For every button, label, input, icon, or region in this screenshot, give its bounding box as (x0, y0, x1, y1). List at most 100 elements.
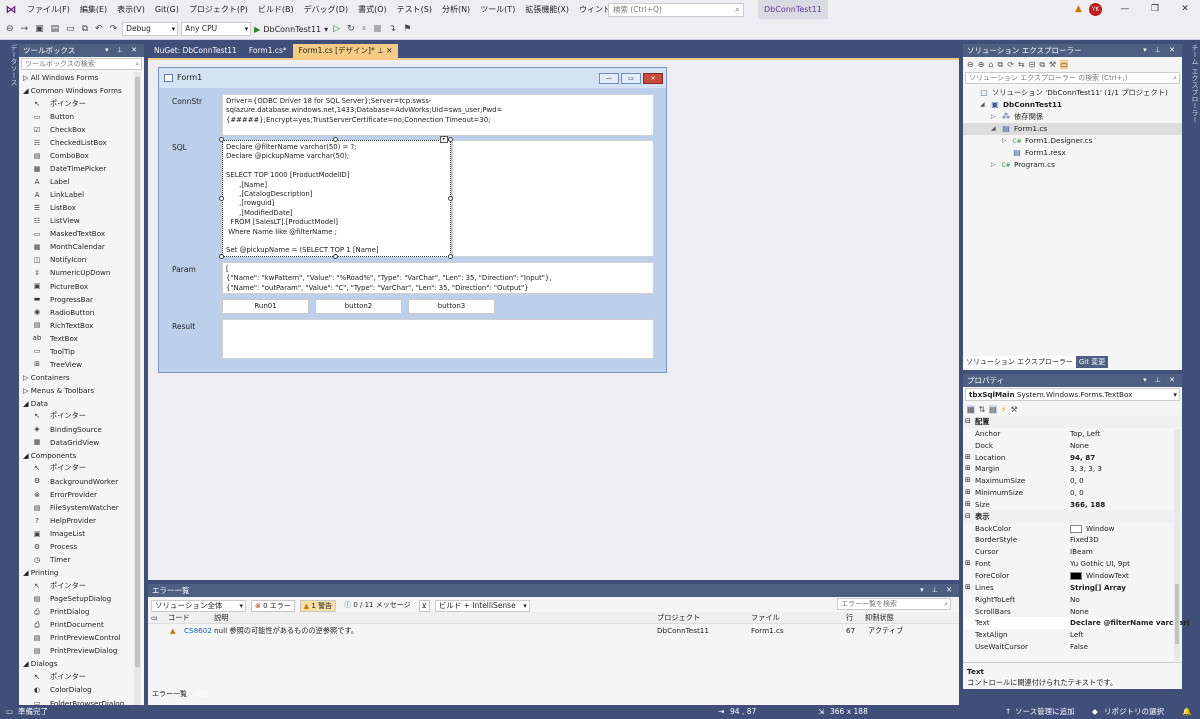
maximize-icon[interactable]: ❐ (1140, 0, 1170, 19)
connstr-textbox[interactable]: Driver={ODBC Driver 18 for SQL Server};S… (222, 94, 654, 136)
menu-item[interactable]: 拡張機能(X) (520, 0, 574, 19)
toolbox-item[interactable]: ◫ NotifyIcon (19, 253, 144, 266)
column-suppression[interactable]: 抑制状態 (865, 612, 894, 624)
preview-icon[interactable]: ▭ (1060, 60, 1068, 69)
toolbox-scrollbar[interactable] (134, 72, 141, 705)
menu-item[interactable]: ファイル(F) (22, 0, 75, 19)
column-line[interactable]: 行 (846, 612, 853, 624)
tree-item[interactable]: ▢ ソリューション 'DbConnTest11' (1/1 プロジェクト) (963, 87, 1182, 99)
property-row[interactable]: ⊞ Location 94, 87 (963, 452, 1182, 464)
toolbox-item[interactable]: ☰ ListBox (19, 201, 144, 214)
expander-icon[interactable]: ▷ (1002, 135, 1007, 147)
expander-icon[interactable]: ⊞ (965, 582, 971, 594)
toolbox-item[interactable]: ▤ PageSetupDialog (19, 592, 144, 605)
resize-handle[interactable] (333, 254, 338, 259)
avatar[interactable]: YK (1089, 3, 1102, 16)
notification-warning-icon[interactable]: ▲ (1075, 4, 1082, 14)
toolbox-item[interactable]: ▦ DateTimePicker (19, 162, 144, 175)
property-value[interactable]: 366, 188 (1070, 499, 1105, 511)
stop-icon[interactable]: ■ (371, 24, 384, 34)
expander-icon[interactable]: ◢ (980, 99, 985, 111)
toolbox-item[interactable]: ☷ CheckedListBox (19, 136, 144, 149)
repository-icon[interactable]: ◆ (1092, 705, 1098, 719)
property-value[interactable]: No (1070, 594, 1080, 606)
property-row[interactable]: ⊞ Size 366, 188 (963, 499, 1182, 511)
toolbox-item[interactable]: ⊞ TreeView (19, 358, 144, 371)
expander-icon[interactable]: ▷ (991, 159, 996, 171)
open-icon[interactable]: ▤ (49, 24, 62, 34)
configuration-dropdown[interactable]: Debug (122, 22, 179, 36)
expander-icon[interactable]: ⊟ (965, 511, 971, 523)
property-row[interactable]: BorderStyle Fixed3D (963, 534, 1182, 546)
property-row[interactable]: ForeColor WindowText (963, 570, 1182, 582)
back-icon[interactable]: ⊖ (4, 24, 16, 34)
property-row[interactable]: BackColor Window (963, 523, 1182, 535)
toolbox-category[interactable]: ▷ Containers (19, 371, 144, 384)
show-all-icon[interactable]: ⧉ (1039, 60, 1045, 70)
property-row[interactable]: ⊞ Font Yu Gothic UI, 9pt (963, 558, 1182, 570)
categorized-icon[interactable]: ▦ (967, 404, 975, 414)
hot-reload-icon[interactable]: ↻ (345, 24, 357, 34)
expander-icon[interactable]: ⊟ (965, 416, 971, 428)
button3-button[interactable]: button3 (408, 299, 495, 314)
property-value[interactable]: Yu Gothic UI, 9pt (1070, 558, 1130, 570)
resize-handle[interactable] (219, 254, 224, 259)
tab-nuget[interactable]: NuGet: DbConnTest11 (148, 44, 243, 58)
bookmark-icon[interactable]: ⚑ (401, 24, 413, 34)
resize-handle[interactable] (219, 196, 224, 201)
pin-icon[interactable]: ▾ ⊥ ✕ (920, 584, 955, 597)
expander-icon[interactable]: ⊞ (965, 558, 971, 570)
property-row[interactable]: Anchor Top, Left (963, 428, 1182, 440)
toolbox-item[interactable]: ▣ PictureBox (19, 280, 144, 293)
property-value[interactable]: 3, 3, 3, 3 (1070, 463, 1102, 475)
expander-icon[interactable]: ◢ (991, 123, 996, 135)
column-project[interactable]: プロジェクト (657, 612, 700, 624)
collapse-icon[interactable]: ⊟ (1029, 60, 1036, 69)
property-value[interactable]: Top, Left (1070, 428, 1100, 440)
menu-item[interactable]: 表示(V) (112, 0, 150, 19)
toolbox-item[interactable]: ▤ RichTextBox (19, 319, 144, 332)
toolbox-item[interactable]: ▤ PrintPreviewDialog (19, 644, 144, 657)
toolbox-item[interactable]: ↖ ポインター (19, 97, 144, 110)
toolbox-category[interactable]: ◢ Data (19, 397, 144, 410)
toolbox-item[interactable]: ▭ MaskedTextBox (19, 227, 144, 240)
pin-icon[interactable]: ▾ ⊥ ✕ (1143, 374, 1178, 387)
pin-icon[interactable]: ▾ ⊥ ✕ (105, 44, 140, 57)
property-value[interactable]: Window (1070, 523, 1114, 535)
column-description[interactable]: 説明 (214, 612, 228, 624)
platform-dropdown[interactable]: Any CPU (181, 22, 252, 36)
toolbox-category[interactable]: ◢ Printing (19, 566, 144, 579)
notifications-icon[interactable]: 🔔 (1182, 705, 1191, 719)
close-icon[interactable]: ✕ (386, 46, 392, 55)
property-row[interactable]: Cursor IBeam (963, 546, 1182, 558)
menu-item[interactable]: Git(G) (150, 0, 184, 19)
new-item-icon[interactable]: ▣ (33, 24, 46, 34)
property-category[interactable]: ⊟ 表示 (963, 510, 1182, 523)
pin-icon[interactable]: ▾ ⊥ ✕ (1143, 44, 1178, 57)
save-icon[interactable]: ▭ (64, 24, 77, 34)
property-row[interactable]: RightToLeft No (963, 594, 1182, 606)
property-row[interactable]: TextAlign Left (963, 629, 1182, 641)
menu-item[interactable]: デバッグ(D) (299, 0, 353, 19)
scope-dropdown[interactable]: ソリューション全体 (151, 599, 246, 612)
toolbox-item[interactable]: ↖ ポインター (19, 462, 144, 475)
expander-icon[interactable]: ⊞ (965, 487, 971, 499)
menu-item[interactable]: プロジェクト(P) (184, 0, 253, 19)
menu-item[interactable]: テスト(S) (392, 0, 437, 19)
errors-filter-chip[interactable]: ⊗ 0 エラー (251, 599, 295, 612)
toolbox-item[interactable]: ↖ ポインター (19, 670, 144, 683)
tree-item[interactable]: ◢ ▤ Form1.cs (963, 123, 1182, 135)
toolbox-search-input[interactable]: ツールボックスの検索 ⌕ (21, 58, 142, 70)
expander-icon[interactable]: ⊞ (965, 463, 971, 475)
search-input[interactable]: 検索 (Ctrl+Q) ⌕ (608, 3, 744, 17)
tab-solution-explorer[interactable]: ソリューション エクスプローラー (963, 356, 1076, 368)
toolbox-item[interactable]: ⎙ PrintDialog (19, 605, 144, 618)
resize-handle[interactable] (448, 254, 453, 259)
toolbox-item[interactable]: ◈ BindingSource (19, 423, 144, 436)
toolbox-item[interactable]: ▭ Button (19, 110, 144, 123)
toolbox-item[interactable]: A Label (19, 175, 144, 188)
select-repository[interactable]: リポジトリの選択 (1104, 705, 1164, 719)
toolbox-item[interactable]: ▤ PrintPreviewControl (19, 631, 144, 644)
toolbox-category[interactable]: ▷ All Windows Forms (19, 71, 144, 84)
property-row[interactable]: ⊞ Margin 3, 3, 3, 3 (963, 463, 1182, 475)
